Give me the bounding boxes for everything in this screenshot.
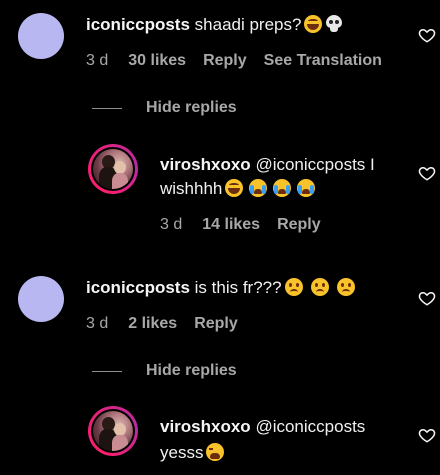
reply-username[interactable]: viroshxoxo: [160, 155, 251, 174]
comment-meta: 3 d 2 likes Reply: [86, 315, 238, 333]
hide-replies-toggle[interactable]: Hide replies: [92, 98, 392, 118]
skull-emoji-icon: [325, 15, 343, 33]
avatar[interactable]: [18, 276, 64, 322]
laughing-tears-emoji-icon: [225, 179, 244, 197]
reply-meta: 3 d 14 likes Reply: [160, 216, 321, 234]
comment-content: iconiccposts is this fr???: [86, 274, 355, 302]
reply-content-line2: yesss: [160, 439, 225, 467]
comment-content: iconiccposts shaadi preps?: [86, 11, 343, 39]
avatar[interactable]: [88, 144, 138, 194]
avatar[interactable]: [18, 13, 64, 59]
crying-emoji-icon: [273, 179, 292, 197]
like-heart-icon[interactable]: [418, 164, 436, 182]
reply-item: viroshxoxo @iconiccposts yesss: [0, 404, 440, 475]
reply-text-line1: @iconiccposts: [255, 417, 366, 436]
reply-username[interactable]: viroshxoxo: [160, 417, 251, 436]
avatar[interactable]: [88, 406, 138, 456]
comment-text: shaadi preps?: [194, 15, 302, 34]
like-heart-icon[interactable]: [418, 26, 436, 44]
reply-button[interactable]: Reply: [194, 315, 238, 333]
reply-content-line1: viroshxoxo @iconiccposts: [160, 413, 365, 441]
reply-text-line2: yesss: [160, 443, 204, 462]
reply-content-line2: wishhhh: [160, 175, 316, 203]
reply-likes[interactable]: 14 likes: [202, 216, 260, 234]
comment-text: is this fr???: [194, 278, 282, 297]
reply-text-line2: wishhhh: [160, 179, 223, 198]
like-heart-icon[interactable]: [418, 426, 436, 444]
comment-username[interactable]: iconiccposts: [86, 278, 190, 297]
sad-face-emoji-icon: [336, 278, 355, 296]
tired-face-emoji-icon: [206, 443, 225, 461]
reply-text-line1: @iconiccposts I: [255, 155, 375, 174]
hide-replies-label[interactable]: Hide replies: [146, 99, 237, 117]
comment-likes[interactable]: 30 likes: [128, 52, 186, 70]
reply-item: viroshxoxo @iconiccposts I wishhhh 3 d 1…: [0, 142, 440, 242]
reply-button[interactable]: Reply: [277, 216, 321, 234]
sad-face-emoji-icon: [284, 278, 303, 296]
reply-button[interactable]: Reply: [203, 52, 247, 70]
hide-replies-label[interactable]: Hide replies: [146, 362, 237, 380]
divider-line: [92, 370, 122, 372]
crying-emoji-icon: [249, 179, 268, 197]
hide-replies-toggle[interactable]: Hide replies: [92, 361, 392, 381]
see-translation-button[interactable]: See Translation: [264, 52, 382, 70]
like-heart-icon[interactable]: [418, 289, 436, 307]
comment-username[interactable]: iconiccposts: [86, 15, 190, 34]
laughing-tears-emoji-icon: [304, 15, 323, 33]
comment-likes[interactable]: 2 likes: [128, 315, 177, 333]
comment-item: iconiccposts is this fr??? 3 d 2 likes R…: [0, 263, 440, 353]
crying-emoji-icon: [297, 179, 316, 197]
comment-item: iconiccposts shaadi preps? 3 d 30 likes …: [0, 0, 440, 90]
comment-time: 3 d: [86, 52, 109, 69]
divider-line: [92, 107, 122, 109]
comment-meta: 3 d 30 likes Reply See Translation: [86, 52, 382, 70]
comment-time: 3 d: [86, 315, 109, 332]
sad-face-emoji-icon: [310, 278, 329, 296]
reply-time: 3 d: [160, 216, 183, 233]
